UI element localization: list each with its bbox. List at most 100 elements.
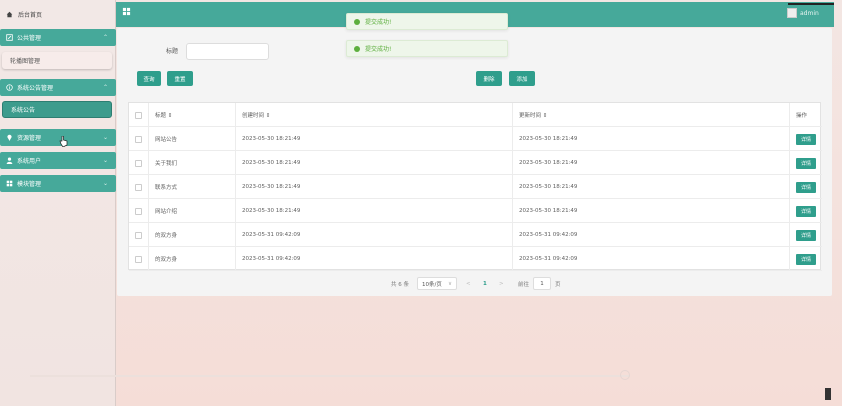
detail-button[interactable]: 详情 xyxy=(796,181,816,193)
sidebar-item-resources[interactable]: 资源管理 ⌄ xyxy=(0,129,116,146)
sidebar-home-label: 后台首页 xyxy=(18,11,43,19)
cell-title: 的双方身 xyxy=(149,247,236,271)
cell-created: 2023-05-30 18:21:49 xyxy=(236,127,513,151)
sidebar-subitem-label: 轮播图管理 xyxy=(10,58,41,65)
check-circle-icon xyxy=(354,45,360,52)
add-button-label: 添加 xyxy=(516,76,528,83)
chevron-up-icon: ⌃ xyxy=(102,84,108,91)
row-checkbox-cell xyxy=(129,247,149,271)
page-size-select[interactable]: 10条/页 ∨ xyxy=(417,277,457,290)
cell-updated: 2023-05-30 18:21:49 xyxy=(513,199,790,223)
home-icon xyxy=(6,11,13,18)
cell-actions: 详情 xyxy=(790,247,822,271)
row-checkbox-cell xyxy=(129,223,149,247)
menu-toggle-icon[interactable] xyxy=(122,7,131,18)
success-toast: 提交成功! xyxy=(346,13,508,30)
toast-message: 提交成功! xyxy=(365,19,392,26)
delete-button-label: 删除 xyxy=(483,76,495,83)
table-row: 的双方身 2023-05-31 09:42:09 2023-05-31 09:42:… xyxy=(129,223,822,247)
header-edge xyxy=(788,3,834,5)
cell-updated: 2023-05-31 09:42:09 xyxy=(513,223,790,247)
table-row: 的双方身 2023-05-31 09:42:09 2023-05-31 09:42:… xyxy=(129,247,822,271)
detail-button[interactable]: 详情 xyxy=(796,157,816,169)
cell-updated: 2023-05-31 09:42:09 xyxy=(513,247,790,271)
query-button[interactable]: 查询 xyxy=(137,71,161,86)
cell-created: 2023-05-30 18:21:49 xyxy=(236,199,513,223)
row-checkbox[interactable] xyxy=(135,159,142,167)
detail-button[interactable]: 详情 xyxy=(796,253,816,265)
user-name: admin xyxy=(800,9,819,17)
scrollbar-handle[interactable] xyxy=(620,370,630,380)
cell-created: 2023-05-30 18:21:49 xyxy=(236,175,513,199)
chevron-up-icon: ⌃ xyxy=(102,34,108,41)
chevron-down-icon: ⌄ xyxy=(102,134,108,141)
edit-icon xyxy=(6,34,13,41)
chevron-down-icon: ⌄ xyxy=(102,180,108,187)
user-icon xyxy=(6,157,13,164)
pagination-total: 共 6 条 xyxy=(391,282,409,288)
row-checkbox-cell xyxy=(129,199,149,223)
cell-title: 网站公告 xyxy=(149,127,236,151)
success-toast: 提交成功! xyxy=(346,40,508,57)
user-menu[interactable]: admin xyxy=(787,6,827,20)
table-header-row: 标题 ⇕ 创建时间 ⇕ 更新时间 ⇕ 操作 xyxy=(129,103,822,127)
sidebar-home[interactable]: 后台首页 xyxy=(0,6,116,22)
next-page-button[interactable]: > xyxy=(499,278,504,290)
page-number-current[interactable]: 1 xyxy=(483,278,487,290)
info-icon xyxy=(6,84,13,91)
sidebar-subitem-announcement[interactable]: 系统公告 xyxy=(2,101,112,118)
row-checkbox[interactable] xyxy=(135,255,142,263)
row-checkbox[interactable] xyxy=(135,135,142,143)
cell-actions: 详情 xyxy=(790,199,822,223)
delete-button[interactable]: 删除 xyxy=(476,71,502,86)
cell-actions: 详情 xyxy=(790,223,822,247)
sidebar-item-label: 系统公告管理 xyxy=(17,85,54,92)
select-all-checkbox[interactable] xyxy=(135,111,142,119)
column-header-updated[interactable]: 更新时间 ⇕ xyxy=(513,103,790,127)
reset-button-label: 重置 xyxy=(174,76,186,83)
chevron-down-icon: ∨ xyxy=(447,280,452,287)
sidebar-subitem-carousel[interactable]: 轮播图管理 xyxy=(2,52,112,69)
row-checkbox-cell xyxy=(129,151,149,175)
sidebar-item-announcement[interactable]: 系统公告管理 ⌃ xyxy=(0,79,116,96)
horizontal-scrollbar[interactable] xyxy=(30,375,630,377)
toast-message: 提交成功! xyxy=(365,46,392,53)
cell-title: 联系方式 xyxy=(149,175,236,199)
cell-actions: 详情 xyxy=(790,151,822,175)
detail-button[interactable]: 详情 xyxy=(796,133,816,145)
sidebar-item-label: 系统用户 xyxy=(17,158,42,165)
column-header-title[interactable]: 标题 ⇕ xyxy=(149,103,236,127)
cell-actions: 详情 xyxy=(790,127,822,151)
cell-created: 2023-05-31 09:42:09 xyxy=(236,223,513,247)
cell-created: 2023-05-30 18:21:49 xyxy=(236,151,513,175)
row-checkbox[interactable] xyxy=(135,231,142,239)
cursor-icon xyxy=(59,135,68,149)
table-row: 网站公告 2023-05-30 18:21:49 2023-05-30 18:21:… xyxy=(129,127,822,151)
sidebar-item-modules[interactable]: 模块管理 ⌄ xyxy=(0,175,116,192)
sidebar-item-users[interactable]: 系统用户 ⌄ xyxy=(0,152,116,169)
window-edge xyxy=(825,388,831,400)
detail-button[interactable]: 详情 xyxy=(796,229,816,241)
row-checkbox[interactable] xyxy=(135,183,142,191)
add-button[interactable]: 添加 xyxy=(509,71,535,86)
grid-icon xyxy=(6,180,13,187)
goto-page-value: 1 xyxy=(540,280,544,287)
table-row: 关于我们 2023-05-30 18:21:49 2023-05-30 18:21:… xyxy=(129,151,822,175)
cell-updated: 2023-05-30 18:21:49 xyxy=(513,127,790,151)
row-checkbox-cell xyxy=(129,175,149,199)
sidebar-subitem-label: 系统公告 xyxy=(11,107,36,114)
column-header-created[interactable]: 创建时间 ⇕ xyxy=(236,103,513,127)
sidebar-item-public[interactable]: 公共管理 ⌃ xyxy=(0,29,116,46)
goto-page-input[interactable]: 1 xyxy=(533,277,551,290)
title-search-input[interactable] xyxy=(186,43,269,60)
cell-actions: 详情 xyxy=(790,175,822,199)
sidebar-item-label: 模块管理 xyxy=(17,181,42,188)
goto-label: 前往 xyxy=(518,282,530,288)
announcement-table: 标题 ⇕ 创建时间 ⇕ 更新时间 ⇕ 操作 网站公告 2023-05-30 18:… xyxy=(128,102,822,271)
row-checkbox[interactable] xyxy=(135,207,142,215)
check-circle-icon xyxy=(354,18,360,25)
column-header-actions: 操作 xyxy=(796,113,808,119)
reset-button[interactable]: 重置 xyxy=(167,71,193,86)
prev-page-button[interactable]: < xyxy=(466,278,471,290)
detail-button[interactable]: 详情 xyxy=(796,205,816,217)
